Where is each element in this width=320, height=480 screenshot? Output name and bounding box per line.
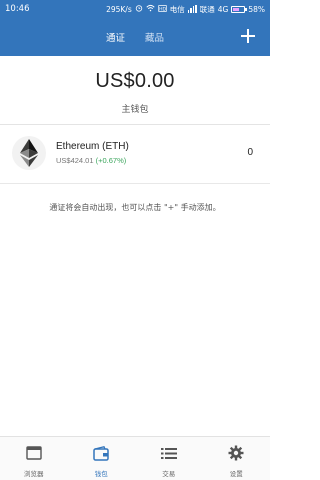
nav-label: 交易 [162, 470, 176, 478]
total-balance: US$0.00 [95, 70, 175, 92]
nav-wallet[interactable]: 钱包 [68, 437, 136, 480]
ethereum-icon [12, 136, 46, 170]
tab-collectibles[interactable]: 藏品 [145, 30, 164, 44]
tab-bar: 通证 藏品 [0, 18, 270, 56]
wifi-icon [146, 4, 155, 14]
token-change: (+0.67%) [95, 156, 127, 165]
list-icon [160, 445, 178, 461]
wallet-summary: US$0.00 主钱包 [0, 56, 270, 124]
nav-label: 浏览器 [24, 470, 44, 478]
status-bar: 10:46 295K/s HD 电信 联通 4G 58% [0, 0, 270, 18]
wallet-icon [92, 445, 110, 461]
wallet-name[interactable]: 主钱包 [0, 102, 270, 115]
nav-label: 钱包 [94, 470, 108, 478]
network-speed: 295K/s [106, 4, 132, 14]
nav-transactions[interactable]: 交易 [135, 437, 203, 480]
battery-icon [231, 5, 248, 13]
gear-icon [227, 445, 245, 461]
bottom-nav: 浏览器 钱包 交易 设置 [0, 436, 270, 480]
carrier2: 联通 [199, 4, 215, 14]
alarm-icon [135, 4, 143, 14]
browser-icon [25, 445, 43, 461]
empty-hint: 通证将会自动出现，也可以点击 "+" 手动添加。 [49, 203, 221, 212]
app-header: 通证 藏品 [0, 18, 270, 56]
tab-tokens[interactable]: 通证 [106, 30, 125, 44]
divider [0, 183, 270, 184]
token-balance: 0 [247, 147, 253, 158]
nav-label: 设置 [229, 470, 243, 478]
hd-icon: HD [157, 4, 167, 14]
svg-text:HD: HD [159, 6, 166, 12]
status-indicators: 295K/s HD 电信 联通 4G 58% [106, 4, 265, 15]
battery-percent: 58% [248, 4, 265, 14]
carrier1: 电信 [169, 4, 185, 14]
status-time: 10:46 [5, 4, 30, 14]
signal-icon [187, 5, 197, 13]
nav-settings[interactable]: 设置 [203, 437, 271, 480]
add-token-button[interactable] [238, 26, 258, 46]
token-price: US$424.01 [56, 156, 94, 165]
network-type: 4G [217, 4, 229, 14]
token-price-line: US$424.01 (+0.67%) [56, 156, 126, 165]
token-name: Ethereum (ETH) [56, 141, 129, 152]
token-row-eth[interactable]: Ethereum (ETH) US$424.01 (+0.67%) 0 [0, 125, 270, 183]
nav-browser[interactable]: 浏览器 [0, 437, 68, 480]
